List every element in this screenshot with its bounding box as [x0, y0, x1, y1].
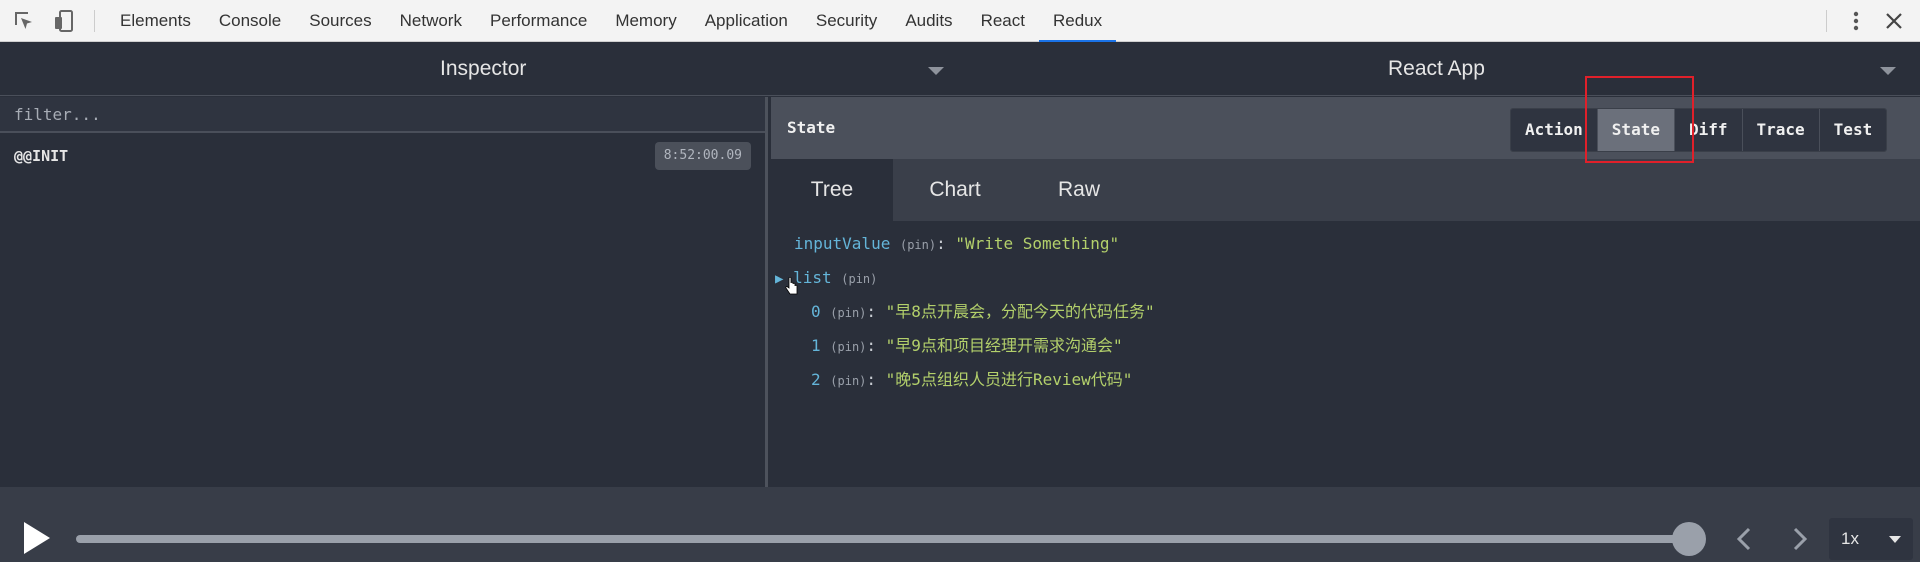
tree-key: inputValue	[794, 234, 891, 253]
state-tree: inputValue (pin): "Write Something" ▶ li…	[771, 221, 1920, 487]
test-button[interactable]: Test	[1819, 109, 1887, 151]
timeline-slider[interactable]	[76, 535, 1688, 543]
annotation-highlight-box	[1585, 76, 1694, 163]
tree-colon: :	[936, 234, 956, 253]
view-tabs: Tree Chart Raw	[771, 159, 1920, 221]
panel-title: State	[787, 118, 836, 137]
tree-value: "晚5点组织人员进行Review代码"	[885, 370, 1133, 389]
more-options-icon[interactable]	[1844, 9, 1868, 33]
pin-link[interactable]: (pin)	[830, 340, 866, 354]
previous-icon[interactable]	[1730, 524, 1760, 554]
action-item[interactable]: @@INIT 8:52:00.09	[0, 141, 765, 175]
app-dropdown-icon[interactable]	[1880, 67, 1896, 75]
toolbar-divider	[94, 10, 95, 32]
pin-link[interactable]: (pin)	[900, 238, 936, 252]
tree-row-list-2: 2 (pin): "晚5点组织人员进行Review代码"	[811, 368, 1132, 392]
devtools-tabbar: Elements Console Sources Network Perform…	[0, 0, 1920, 43]
filter-input[interactable]: filter...	[0, 97, 765, 133]
tab-application[interactable]: Application	[691, 0, 802, 42]
close-icon[interactable]	[1882, 9, 1906, 33]
tab-network[interactable]: Network	[386, 0, 476, 42]
tab-performance[interactable]: Performance	[476, 0, 601, 42]
app-title: React App	[1388, 57, 1485, 80]
pin-link[interactable]: (pin)	[830, 306, 866, 320]
tab-sources[interactable]: Sources	[295, 0, 385, 42]
playback-bar	[0, 487, 1920, 562]
device-toolbar-icon[interactable]	[52, 9, 76, 33]
tab-redux[interactable]: Redux	[1038, 0, 1117, 43]
tree-row-list-0: 0 (pin): "早8点开晨会，分配今天的代码任务"	[811, 300, 1155, 324]
tree-row-inputValue: inputValue (pin): "Write Something"	[794, 232, 1119, 256]
inspect-element-icon[interactable]	[12, 9, 36, 33]
tab-console[interactable]: Console	[205, 0, 295, 42]
inspector-dropdown-icon[interactable]	[928, 67, 944, 75]
tree-colon: :	[866, 370, 886, 389]
tab-audits[interactable]: Audits	[891, 0, 966, 42]
timeline-slider-handle[interactable]	[1672, 522, 1706, 556]
expand-arrow-icon[interactable]: ▶	[775, 271, 783, 287]
tab-chart[interactable]: Chart	[893, 159, 1017, 221]
action-name: @@INIT	[14, 147, 69, 165]
play-icon[interactable]	[24, 522, 50, 554]
tab-memory[interactable]: Memory	[601, 0, 690, 42]
tab-react[interactable]: React	[967, 0, 1039, 42]
tree-row-list-1: 1 (pin): "早9点和项目经理开需求沟通会"	[811, 334, 1123, 358]
tab-elements[interactable]: Elements	[106, 0, 205, 42]
inspector-title: Inspector	[440, 57, 527, 80]
tab-tree[interactable]: Tree	[771, 159, 893, 221]
playback-speed-select[interactable]: 1x	[1829, 518, 1913, 560]
tree-colon: :	[866, 302, 886, 321]
devtools-tabs: Elements Console Sources Network Perform…	[106, 0, 1117, 43]
tree-value: "早8点开晨会，分配今天的代码任务"	[885, 302, 1155, 321]
playback-speed-value: 1x	[1841, 529, 1859, 548]
mouse-cursor-icon	[785, 276, 799, 297]
tree-value: "Write Something"	[955, 234, 1120, 253]
monitor-button-group: Action State Diff Trace Test	[1510, 108, 1888, 152]
action-list-panel: filter... @@INIT 8:52:00.09	[0, 97, 768, 487]
state-panel-header: State Action State Diff Trace Test	[771, 97, 1920, 159]
toolbar-divider-right	[1826, 10, 1827, 32]
tab-security[interactable]: Security	[802, 0, 891, 42]
trace-button[interactable]: Trace	[1742, 109, 1820, 151]
tree-colon: :	[866, 336, 886, 355]
tab-raw[interactable]: Raw	[1017, 159, 1141, 221]
next-icon[interactable]	[1784, 524, 1814, 554]
state-panel: State Action State Diff Trace Test Tree …	[771, 97, 1920, 487]
pin-link[interactable]: (pin)	[841, 272, 877, 286]
tree-index: 2	[811, 370, 821, 389]
tree-index: 0	[811, 302, 821, 321]
chevron-down-icon	[1889, 536, 1901, 543]
pin-link[interactable]: (pin)	[830, 374, 866, 388]
tree-value: "早9点和项目经理开需求沟通会"	[885, 336, 1123, 355]
action-timestamp: 8:52:00.09	[654, 142, 751, 170]
tree-index: 1	[811, 336, 821, 355]
